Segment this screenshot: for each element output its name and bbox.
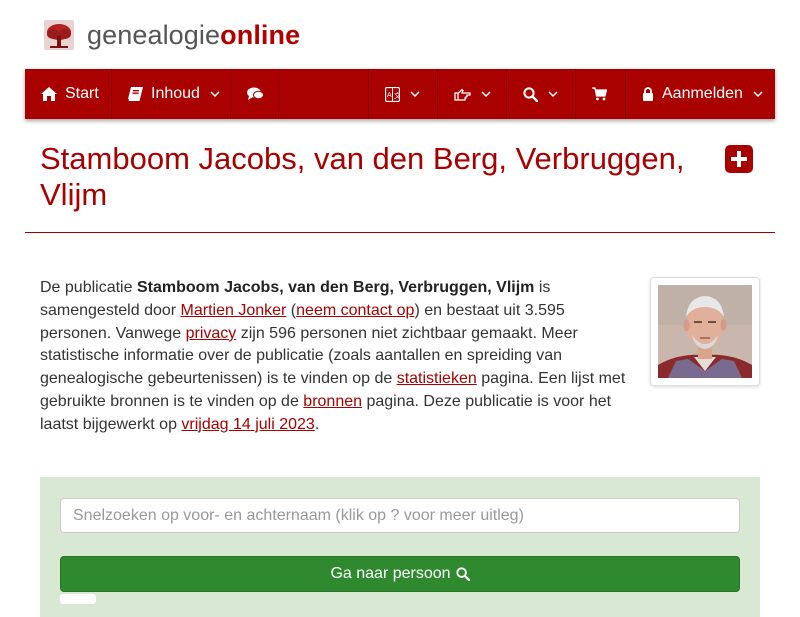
help-button[interactable] bbox=[60, 594, 96, 604]
quick-search-panel: Ga naar persoon bbox=[40, 477, 760, 617]
chevron-down-icon bbox=[410, 90, 420, 98]
chevron-down-icon bbox=[481, 90, 491, 98]
search-icon bbox=[523, 86, 538, 102]
nav-cart[interactable] bbox=[576, 69, 626, 119]
lock-icon bbox=[642, 87, 654, 101]
page-title: Stamboom Jacobs, van den Berg, Verbrugge… bbox=[40, 141, 685, 212]
desc-text: De publicatie bbox=[40, 279, 137, 296]
plus-square-icon bbox=[731, 151, 747, 167]
chevron-down-icon bbox=[753, 90, 763, 98]
author-photo[interactable] bbox=[650, 277, 760, 386]
hand-point-icon bbox=[454, 88, 471, 101]
nav-language[interactable]: A文 bbox=[369, 69, 438, 119]
add-button[interactable] bbox=[725, 145, 753, 173]
home-icon bbox=[41, 87, 57, 101]
logo-text-online: online bbox=[220, 20, 301, 50]
go-to-person-label: Ga naar persoon bbox=[330, 565, 451, 582]
publication-name: Stamboom Jacobs, van den Berg, Verbrugge… bbox=[136, 279, 535, 296]
nav-spacer bbox=[279, 69, 369, 119]
nav-search[interactable] bbox=[507, 69, 576, 119]
last-updated-link[interactable]: vrijdag 14 juli 2023 bbox=[181, 416, 314, 433]
svg-text:文: 文 bbox=[394, 91, 400, 100]
author-link[interactable]: Martien Jonker bbox=[181, 302, 287, 319]
go-to-person-button[interactable]: Ga naar persoon bbox=[60, 556, 740, 592]
chevron-down-icon bbox=[548, 90, 558, 98]
site-logo[interactable]: genealogieonline bbox=[44, 18, 300, 52]
nav-inhoud[interactable]: Inhoud bbox=[112, 69, 231, 119]
nav-start-label: Start bbox=[65, 85, 99, 102]
nav-inhoud-label: Inhoud bbox=[151, 85, 200, 102]
nav-comments[interactable] bbox=[231, 69, 279, 119]
sources-link[interactable]: bronnen bbox=[303, 393, 362, 410]
desc-text: . bbox=[314, 415, 320, 433]
privacy-link[interactable]: privacy bbox=[186, 325, 237, 342]
title-divider bbox=[25, 232, 775, 233]
search-icon bbox=[455, 567, 470, 581]
svg-text:A: A bbox=[387, 92, 392, 99]
comments-icon bbox=[247, 87, 264, 101]
language-icon: A文 bbox=[385, 86, 400, 102]
quick-search-input[interactable] bbox=[60, 498, 740, 533]
nav-share[interactable] bbox=[438, 69, 507, 119]
nav-start[interactable]: Start bbox=[25, 69, 112, 119]
nav-login[interactable]: Aanmelden bbox=[626, 69, 775, 119]
logo-text-genealogie: genealogie bbox=[87, 20, 221, 50]
statistics-link[interactable]: statistieken bbox=[397, 370, 477, 387]
chevron-down-icon bbox=[210, 90, 220, 98]
desc-text: ( bbox=[286, 301, 297, 319]
author-portrait-image bbox=[658, 285, 752, 378]
publication-description: De publicatie Stamboom Jacobs, van den B… bbox=[40, 277, 640, 437]
book-icon bbox=[128, 87, 143, 101]
cart-icon bbox=[592, 87, 607, 101]
main-navbar: Start Inhoud A文 Aanmelden bbox=[25, 69, 775, 119]
contact-link[interactable]: neem contact op bbox=[296, 302, 414, 319]
nav-login-label: Aanmelden bbox=[662, 85, 743, 102]
tree-icon bbox=[44, 20, 74, 50]
